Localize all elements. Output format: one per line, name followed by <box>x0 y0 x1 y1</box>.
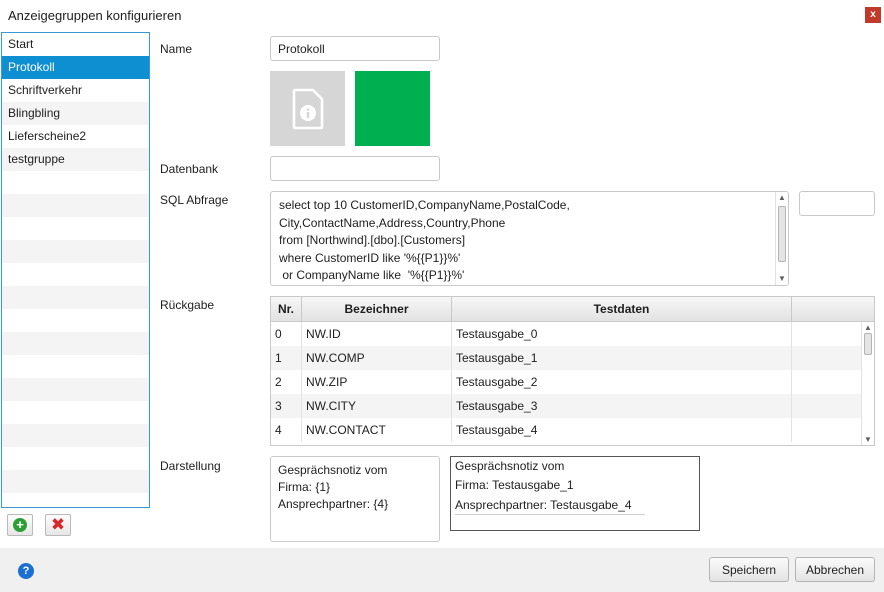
darstellung-label: Darstellung <box>160 459 221 473</box>
sql-scrollbar[interactable]: ▲ ▼ <box>775 192 788 285</box>
group-item-empty <box>2 355 149 378</box>
group-item-empty <box>2 332 149 355</box>
group-list[interactable]: Start Protokoll Schriftverkehr Blingblin… <box>1 32 150 508</box>
group-item-empty <box>2 470 149 493</box>
save-button[interactable]: Speichern <box>709 557 789 582</box>
group-item-lieferscheine2[interactable]: Lieferscheine2 <box>2 125 149 148</box>
sql-textarea[interactable]: select top 10 CustomerID,CompanyName,Pos… <box>270 191 789 286</box>
cell-testdaten: Testausgabe_3 <box>452 394 792 418</box>
sql-query-text[interactable]: select top 10 CustomerID,CompanyName,Pos… <box>279 197 775 285</box>
group-item-empty <box>2 447 149 470</box>
group-item-empty <box>2 217 149 240</box>
cell-nr: 4 <box>271 418 302 442</box>
cell-testdaten: Testausgabe_0 <box>452 322 792 346</box>
scrollbar-thumb[interactable] <box>864 333 872 355</box>
cell-bezeichner: NW.COMP <box>302 346 452 370</box>
cell-bezeichner: NW.ZIP <box>302 370 452 394</box>
datenbank-label: Datenbank <box>160 162 219 176</box>
close-icon: x <box>870 9 876 20</box>
table-row[interactable]: 0 NW.ID Testausgabe_0 <box>271 322 861 346</box>
group-item-blingbling[interactable]: Blingbling <box>2 102 149 125</box>
display-template-textarea[interactable]: Gesprächsnotiz vom Firma: {1} Ansprechpa… <box>270 456 440 542</box>
scroll-up-icon[interactable]: ▲ <box>776 192 788 204</box>
preview-line: Firma: Testausgabe_1 <box>455 478 574 492</box>
group-item-empty <box>2 263 149 286</box>
cell-nr: 0 <box>271 322 302 346</box>
table-row[interactable]: 1 NW.COMP Testausgabe_1 <box>271 346 861 370</box>
group-item-schriftverkehr[interactable]: Schriftverkehr <box>2 79 149 102</box>
group-item-protokoll[interactable]: Protokoll <box>2 56 149 79</box>
group-item-empty <box>2 171 149 194</box>
display-preview: Gesprächsnotiz vom Firma: Testausgabe_1 … <box>450 456 700 531</box>
name-input[interactable] <box>270 36 440 61</box>
group-item-empty <box>2 286 149 309</box>
group-item-empty <box>2 240 149 263</box>
group-item-start[interactable]: Start <box>2 33 149 56</box>
add-group-button[interactable]: + <box>7 514 33 536</box>
column-header-bezeichner[interactable]: Bezeichner <box>302 297 452 322</box>
cell-testdaten: Testausgabe_4 <box>452 418 792 442</box>
scrollbar-thumb[interactable] <box>778 206 786 262</box>
table-row[interactable]: 4 NW.CONTACT Testausgabe_4 <box>271 418 861 442</box>
parameter-input[interactable] <box>799 191 875 216</box>
cell-nr: 3 <box>271 394 302 418</box>
name-label: Name <box>160 42 193 56</box>
close-button[interactable]: x <box>865 7 881 23</box>
column-header-extra <box>792 297 874 322</box>
cell-bezeichner: NW.ID <box>302 322 452 346</box>
icon-picker[interactable] <box>270 71 345 146</box>
result-table[interactable]: Nr. Bezeichner Testdaten 0 NW.ID Testaus… <box>270 296 875 446</box>
scroll-down-icon[interactable]: ▼ <box>776 273 788 285</box>
template-line: Ansprechpartner: {4} <box>278 497 389 511</box>
group-item-testgruppe[interactable]: testgruppe <box>2 148 149 171</box>
delete-group-button[interactable]: ✖ <box>45 514 71 536</box>
group-item-empty <box>2 309 149 332</box>
cell-testdaten: Testausgabe_2 <box>452 370 792 394</box>
scroll-down-icon[interactable]: ▼ <box>862 434 874 445</box>
template-line: Gesprächsnotiz vom <box>278 463 388 477</box>
table-header: Nr. Bezeichner Testdaten <box>271 297 874 322</box>
group-item-empty <box>2 194 149 217</box>
cell-testdaten: Testausgabe_1 <box>452 346 792 370</box>
datenbank-input[interactable] <box>270 156 440 181</box>
preview-line: Gesprächsnotiz vom <box>455 459 565 473</box>
window-title: Anzeigegruppen konfigurieren <box>8 8 182 23</box>
cell-bezeichner: NW.CONTACT <box>302 418 452 442</box>
cell-nr: 1 <box>271 346 302 370</box>
table-row[interactable]: 2 NW.ZIP Testausgabe_2 <box>271 370 861 394</box>
cell-nr: 2 <box>271 370 302 394</box>
document-info-icon <box>292 88 323 129</box>
cancel-button[interactable]: Abbrechen <box>795 557 875 582</box>
table-scrollbar[interactable]: ▲ ▼ <box>861 322 874 445</box>
rueckgabe-label: Rückgabe <box>160 298 215 312</box>
sql-label: SQL Abfrage <box>160 193 229 207</box>
add-icon: + <box>13 518 27 532</box>
column-header-testdaten[interactable]: Testdaten <box>452 297 792 322</box>
group-item-empty <box>2 424 149 447</box>
preview-line: Ansprechpartner: Testausgabe_4 <box>455 498 645 515</box>
delete-icon: ✖ <box>50 515 66 534</box>
template-line: Firma: {1} <box>278 480 331 494</box>
group-item-empty <box>2 401 149 424</box>
color-picker[interactable] <box>355 71 430 146</box>
cell-bezeichner: NW.CITY <box>302 394 452 418</box>
help-icon[interactable]: ? <box>18 563 34 579</box>
group-item-empty <box>2 493 149 507</box>
group-item-empty <box>2 378 149 401</box>
title-bar: Anzeigegruppen konfigurieren x <box>0 0 884 32</box>
table-row[interactable]: 3 NW.CITY Testausgabe_3 <box>271 394 861 418</box>
column-header-nr[interactable]: Nr. <box>271 297 302 322</box>
